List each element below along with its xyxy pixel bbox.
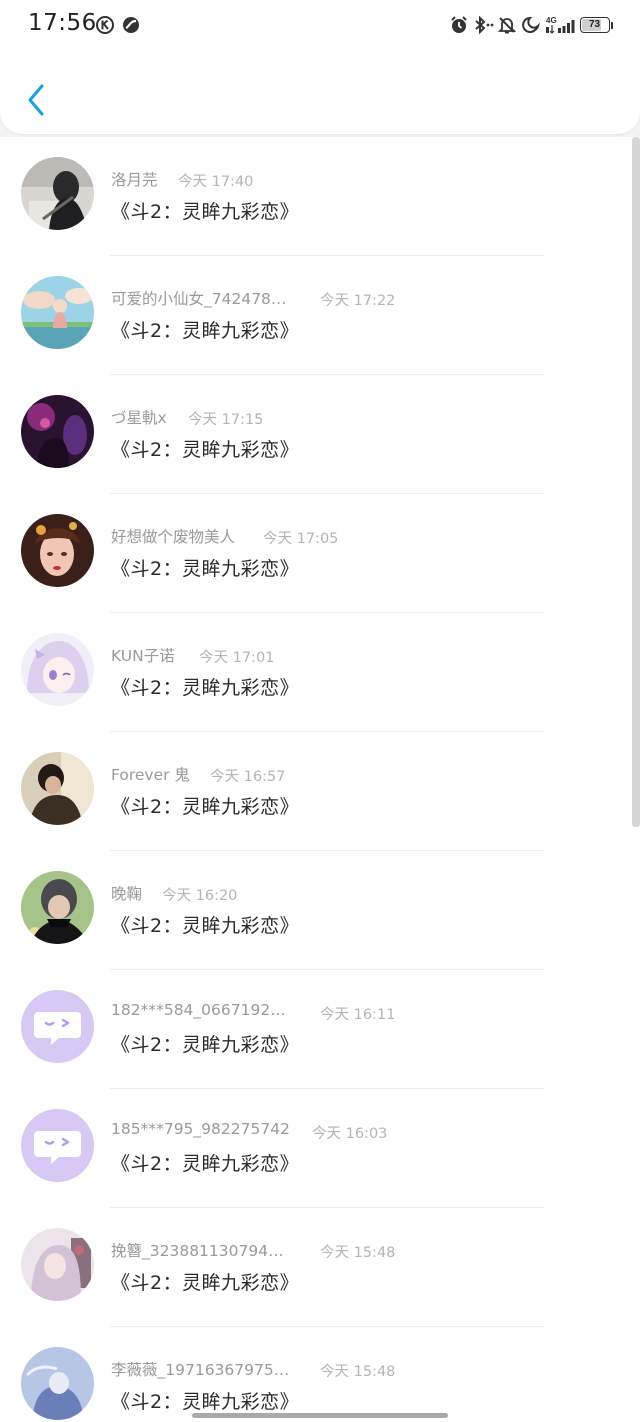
message-time: 今天 16:03 [312,1126,388,1142]
message-meta: づ星軌x 今天 17:15 [111,406,620,430]
app-header: 17:56 4G 73 [0,0,640,134]
home-indicator[interactable] [192,1413,448,1418]
sender-name[interactable]: 182***584_0667192… [111,1001,286,1019]
status-bar: 17:56 4G 73 [0,0,640,54]
avatar[interactable] [21,871,94,944]
sender-name[interactable]: 李薇薇_19716367975… [111,1358,289,1380]
message-time: 今天 15:48 [320,1245,396,1261]
list-item[interactable]: 182***584_0667192… 今天 16:11 《斗2：灵眸九彩恋》 [0,970,640,1089]
status-time: 17:56 [28,10,97,36]
message-time: 今天 16:20 [162,888,238,904]
message-text: 《斗2：灵眸九彩恋》 [111,439,300,461]
signal-icon: 4G [545,15,575,35]
avatar[interactable] [21,157,94,230]
message-time: 今天 16:11 [320,1007,396,1023]
avatar[interactable] [21,1109,94,1182]
message-meta: 185***795_982275742 今天 16:03 [111,1120,620,1144]
message-meta: KUN子诺 今天 17:01 [111,644,620,668]
message-time: 今天 16:57 [210,769,286,785]
chevron-left-icon [28,84,44,116]
battery-level: 73 [588,19,601,30]
message-text: 《斗2：灵眸九彩恋》 [111,677,300,699]
message-time: 今天 17:22 [320,293,396,309]
message-text: 《斗2：灵眸九彩恋》 [111,201,300,223]
message-text: 《斗2：灵眸九彩恋》 [111,320,300,342]
message-text: 《斗2：灵眸九彩恋》 [111,558,300,580]
message-text: 《斗2：灵眸九彩恋》 [111,796,300,818]
k-app-icon [95,15,115,35]
bluetooth-icon [472,15,494,35]
list-item[interactable]: 李薇薇_19716367975… 今天 15:48 《斗2：灵眸九彩恋》 [0,1327,640,1422]
message-time: 今天 17:01 [199,650,275,666]
avatar[interactable] [21,276,94,349]
message-text: 《斗2：灵眸九彩恋》 [111,915,300,937]
list-item[interactable]: 可爱的小仙女_742478… 今天 17:22 《斗2：灵眸九彩恋》 [0,256,640,375]
sender-name[interactable]: 挽簪_323881130794… [111,1239,284,1261]
mute-icon [497,15,517,35]
list-item[interactable]: 晚鞠 今天 16:20 《斗2：灵眸九彩恋》 [0,851,640,970]
list-item[interactable]: 洛月芫 今天 17:40 《斗2：灵眸九彩恋》 [0,137,640,256]
battery-icon: 73 [579,15,613,35]
avatar[interactable] [21,633,94,706]
sender-name[interactable]: 可爱的小仙女_742478… [111,287,286,309]
scrollbar[interactable] [632,137,640,827]
message-meta: 李薇薇_19716367975… 今天 15:48 [111,1358,620,1382]
message-time: 今天 17:40 [178,174,254,190]
alarm-icon [449,15,469,35]
avatar[interactable] [21,395,94,468]
sender-name[interactable]: 好想做个废物美人 [111,525,235,547]
app-notification-icon [121,15,141,35]
message-meta: 洛月芫 今天 17:40 [111,168,620,192]
avatar[interactable] [21,1228,94,1301]
list-item[interactable]: 好想做个废物美人 今天 17:05 《斗2：灵眸九彩恋》 [0,494,640,613]
list-item[interactable]: KUN子诺 今天 17:01 《斗2：灵眸九彩恋》 [0,613,640,732]
sender-name[interactable]: KUN子诺 [111,644,175,666]
message-text: 《斗2：灵眸九彩恋》 [111,1034,300,1056]
message-time: 今天 17:15 [188,412,264,428]
sender-name[interactable]: づ星軌x [111,406,167,428]
sender-name[interactable]: 洛月芫 [111,168,158,190]
default-avatar-icon [21,1109,94,1182]
list-item[interactable]: づ星軌x 今天 17:15 《斗2：灵眸九彩恋》 [0,375,640,494]
avatar[interactable] [21,1347,94,1420]
message-list[interactable]: 洛月芫 今天 17:40 《斗2：灵眸九彩恋》 可爱的小仙女_742478… 今… [0,137,640,1422]
message-meta: 晚鞠 今天 16:20 [111,882,620,906]
message-meta: Forever 鬼 今天 16:57 [111,763,620,787]
message-text: 《斗2：灵眸九彩恋》 [111,1272,300,1294]
list-item[interactable]: 挽簪_323881130794… 今天 15:48 《斗2：灵眸九彩恋》 [0,1208,640,1327]
sender-name[interactable]: Forever 鬼 [111,763,190,785]
network-type-label: 4G [546,16,557,25]
list-item[interactable]: Forever 鬼 今天 16:57 《斗2：灵眸九彩恋》 [0,732,640,851]
message-meta: 可爱的小仙女_742478… 今天 17:22 [111,287,620,311]
message-time: 今天 15:48 [320,1364,396,1380]
default-avatar-icon [21,990,94,1063]
message-meta: 好想做个废物美人 今天 17:05 [111,525,620,549]
list-item[interactable]: 185***795_982275742 今天 16:03 《斗2：灵眸九彩恋》 [0,1089,640,1208]
message-text: 《斗2：灵眸九彩恋》 [111,1153,300,1175]
message-time: 今天 17:05 [263,531,339,547]
avatar[interactable] [21,752,94,825]
message-meta: 182***584_0667192… 今天 16:11 [111,1001,620,1025]
message-meta: 挽簪_323881130794… 今天 15:48 [111,1239,620,1263]
avatar[interactable] [21,990,94,1063]
back-button[interactable] [18,78,54,122]
message-text: 《斗2：灵眸九彩恋》 [111,1391,300,1413]
sender-name[interactable]: 185***795_982275742 [111,1120,290,1138]
avatar[interactable] [21,514,94,587]
sender-name[interactable]: 晚鞠 [111,882,142,904]
do-not-disturb-icon [521,15,541,35]
